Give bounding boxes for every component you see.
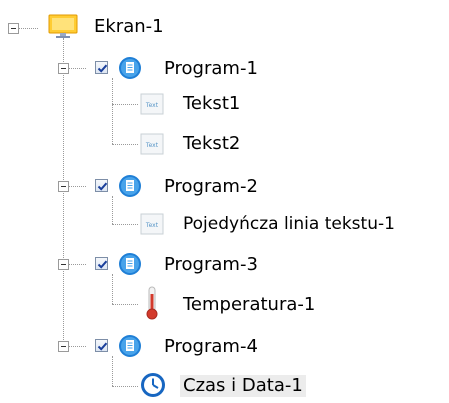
text-icon: Text (140, 92, 164, 116)
program-icon (118, 174, 142, 198)
program-icon (118, 56, 142, 80)
svg-text:Text: Text (145, 222, 159, 229)
program-2-expander[interactable] (58, 181, 69, 192)
program-4-expander[interactable] (58, 341, 69, 352)
tree-item-time-date-label[interactable]: Czas i Data-1 (180, 375, 306, 397)
tree-item-tekst2-label[interactable]: Tekst2 (183, 133, 240, 155)
tree-item-temperature-label[interactable]: Temperatura-1 (183, 294, 315, 316)
svg-text:Text: Text (145, 102, 159, 109)
tree-program-2-label[interactable]: Program-2 (164, 176, 258, 198)
tree-item-single-line-text-label[interactable]: Pojedyńcza linia tekstu-1 (183, 213, 395, 235)
program-3-checkbox[interactable] (95, 257, 108, 270)
program-2-checkbox[interactable] (95, 179, 108, 192)
tree-program-3-label[interactable]: Program-3 (164, 254, 258, 276)
thermometer-icon (143, 286, 161, 320)
root-expander[interactable] (8, 23, 19, 34)
text-icon: Text (140, 212, 164, 236)
program-icon (118, 334, 142, 358)
program-4-checkbox[interactable] (95, 339, 108, 352)
tree-item-tekst1-label[interactable]: Tekst1 (183, 93, 240, 115)
program-1-checkbox[interactable] (95, 61, 108, 74)
program-icon (118, 252, 142, 276)
svg-text:Text: Text (145, 142, 159, 149)
tree-program-1-label[interactable]: Program-1 (164, 58, 258, 80)
tree-program-4-label[interactable]: Program-4 (164, 336, 258, 358)
program-3-expander[interactable] (58, 259, 69, 270)
clock-icon (140, 372, 166, 398)
text-icon: Text (140, 132, 164, 156)
screen-icon (48, 14, 78, 38)
tree-root-label[interactable]: Ekran-1 (94, 16, 164, 38)
program-1-expander[interactable] (58, 63, 69, 74)
